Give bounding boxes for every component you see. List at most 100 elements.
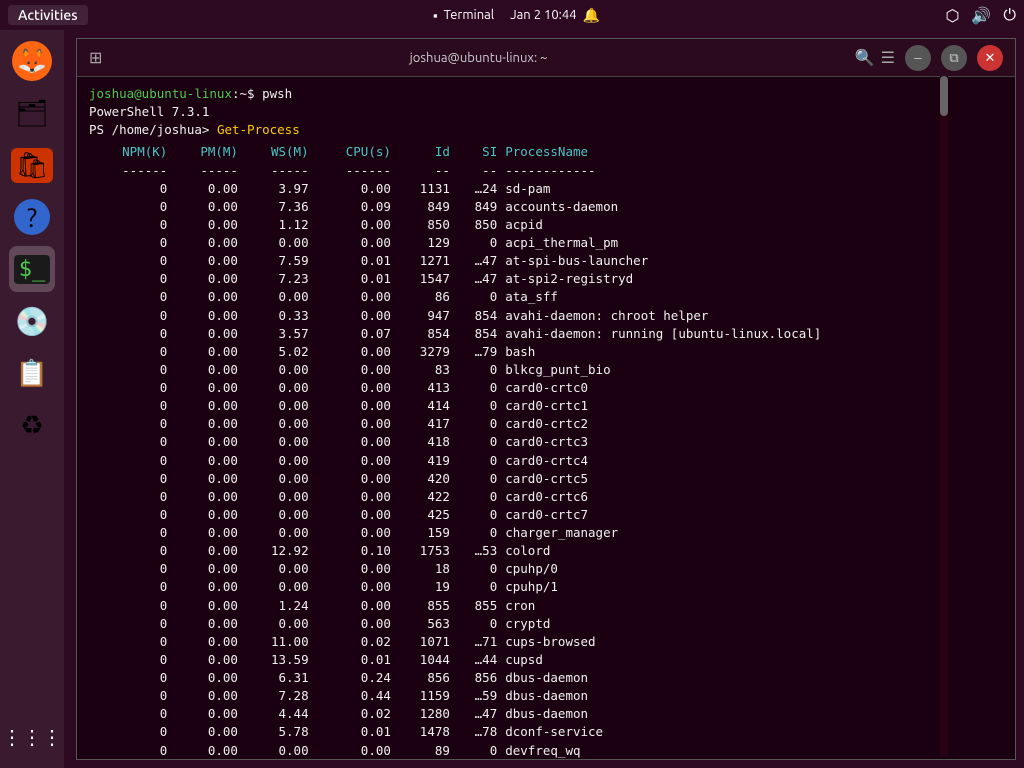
table-cell: acpid [501,216,1003,234]
table-cell: 0.00 [313,452,395,470]
table-cell: 0.00 [242,452,313,470]
table-cell: 0 [89,560,171,578]
table-cell: …59 [454,687,501,705]
topbar-terminal-label[interactable]: Terminal [444,8,495,22]
col-pm: PM(M) [171,143,242,161]
table-cell: 0.00 [171,669,242,687]
scrollbar[interactable] [940,76,948,756]
sidebar-item-help[interactable]: ? [9,194,55,240]
sidebar-item-recycle[interactable]: ♻ [9,402,55,448]
table-cell: 0 [89,343,171,361]
table-cell: 1044 [395,651,454,669]
table-cell: 0 [454,397,501,415]
table-cell: 0 [454,379,501,397]
prompt-user: joshua@ubuntu-linux [89,86,232,101]
col-ws: WS(M) [242,143,313,161]
table-cell: 849 [454,198,501,216]
table-cell: …24 [454,180,501,198]
table-row: 00.0011.000.021071…71cups-browsed [89,633,1003,651]
table-row: 00.000.000.004200card0-crtc5 [89,470,1003,488]
table-cell: 0.00 [313,615,395,633]
titlebar-right: 🔍 ☰ – ⧉ ✕ [855,45,1003,71]
table-cell: 0.00 [313,433,395,451]
table-cell: 5.02 [242,343,313,361]
restore-button[interactable]: ⧉ [941,45,967,71]
topbar-right: ⬡ 🔊 ⏻ [945,6,1016,25]
table-header-row: NPM(K) PM(M) WS(M) CPU(s) Id SI ProcessN… [89,143,1003,161]
sidebar-item-firefox[interactable]: 🦊 [9,38,55,84]
table-cell: 0.01 [313,651,395,669]
table-cell: 0.00 [171,723,242,741]
table-row: 00.001.120.00850850acpid [89,216,1003,234]
terminal-app-icon: $_ [14,255,51,284]
table-cell: 0 [89,270,171,288]
table-cell: 947 [395,307,454,325]
table-cell: 0.00 [171,180,242,198]
table-cell: 0.00 [313,524,395,542]
sidebar-item-disk[interactable]: 💿 [9,298,55,344]
terminal-body[interactable]: joshua@ubuntu-linux:~$ pwsh PowerShell 7… [77,77,1015,759]
table-cell: 0.00 [313,488,395,506]
search-icon[interactable]: 🔍 [855,48,875,67]
table-cell: 0 [89,325,171,343]
sidebar-item-appgrid[interactable]: ⋮⋮⋮ [9,714,55,760]
table-cell: 0 [454,288,501,306]
table-cell: 0.00 [171,307,242,325]
hamburger-icon[interactable]: ☰ [881,48,895,67]
table-cell: 1280 [395,705,454,723]
table-cell: avahi-daemon: running [ubuntu-linux.loca… [501,325,1003,343]
table-cell: avahi-daemon: chroot helper [501,307,1003,325]
sidebar-item-notepad[interactable]: 📋 [9,350,55,396]
sidebar-item-files[interactable]: 🗂 [9,90,55,136]
sidebar-item-software[interactable]: 🛍 [9,142,55,188]
sidebar: 🦊 🗂 🛍 ? $_ 💿 📋 ♻ ⋮⋮⋮ [0,30,64,768]
minimize-button[interactable]: – [905,45,931,71]
table-row: 00.000.000.00190cpuhp/1 [89,578,1003,596]
table-cell: 0 [89,433,171,451]
table-cell: 0.00 [242,234,313,252]
table-cell: 0 [89,470,171,488]
table-cell: accounts-daemon [501,198,1003,216]
table-cell: 0 [89,742,171,760]
table-cell: cpuhp/1 [501,578,1003,596]
table-cell: 0.00 [242,361,313,379]
table-cell: …71 [454,633,501,651]
table-row: 00.000.000.00890devfreq_wq [89,742,1003,760]
table-cell: 0.00 [171,506,242,524]
appgrid-icon: ⋮⋮⋮ [2,725,62,749]
table-cell: 854 [454,325,501,343]
topbar: Activities ▪ Terminal Jan 2 10:44 🔔 ⬡ 🔊 … [0,0,1024,30]
table-cell: cupsd [501,651,1003,669]
table-cell: 0 [89,288,171,306]
table-cell: 4.44 [242,705,313,723]
activities-button[interactable]: Activities [8,5,88,25]
table-cell: 0.00 [313,397,395,415]
table-cell: 0 [89,597,171,615]
power-icon[interactable]: ⏻ [1003,6,1016,25]
disk-icon: 💿 [15,305,50,338]
network-icon[interactable]: ⬡ [945,6,959,25]
table-cell: 419 [395,452,454,470]
sidebar-item-terminal[interactable]: $_ [9,246,55,292]
terminal-title: joshua@ubuntu-linux: ~ [102,51,854,65]
table-cell: 0 [454,488,501,506]
table-cell: 1.12 [242,216,313,234]
table-row: 00.007.280.441159…59dbus-daemon [89,687,1003,705]
table-cell: card0-crtc4 [501,452,1003,470]
table-cell: colord [501,542,1003,560]
table-cell: 0.00 [171,615,242,633]
col-id: Id [395,143,454,161]
volume-icon[interactable]: 🔊 [971,6,991,25]
table-cell: 0.00 [171,234,242,252]
close-button[interactable]: ✕ [977,45,1003,71]
table-cell: 422 [395,488,454,506]
table-cell: 7.28 [242,687,313,705]
table-cell: 0.00 [313,288,395,306]
bell-icon[interactable]: 🔔 [583,7,600,24]
table-separator-row: ------ ----- ----- ------ -- -- --------… [89,162,1003,180]
table-cell: 0 [454,470,501,488]
table-cell: 0 [89,234,171,252]
table-cell: 413 [395,379,454,397]
table-cell: 11.00 [242,633,313,651]
scrollbar-thumb[interactable] [940,76,948,116]
